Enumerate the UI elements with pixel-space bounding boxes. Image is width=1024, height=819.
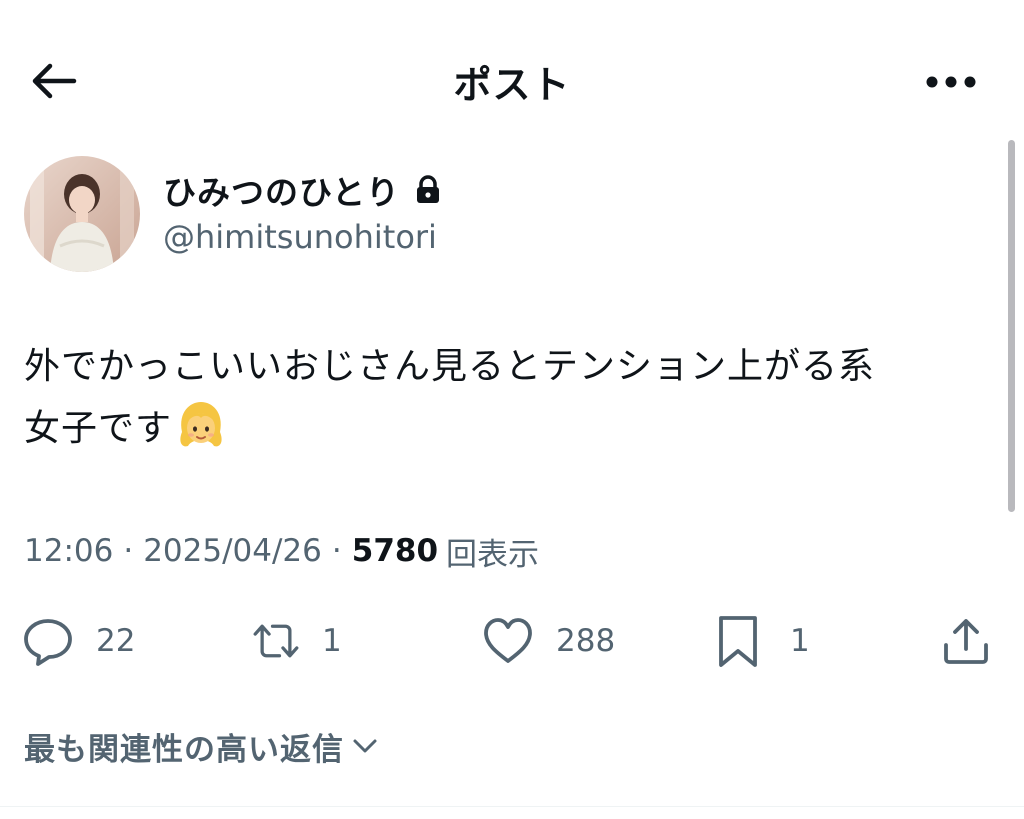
page-title: ポスト — [453, 63, 571, 107]
reply-icon — [22, 615, 74, 667]
share-button[interactable] — [940, 606, 992, 676]
more-horizontal-icon — [926, 76, 976, 88]
reply-button[interactable]: 22 — [22, 606, 135, 676]
post-meta: 12:06 · 2025/04/26 · 5780 回表示 — [24, 528, 539, 574]
bookmark-count: 1 — [790, 623, 810, 659]
views-label: 回表示 — [446, 536, 540, 573]
share-icon — [940, 615, 992, 667]
like-count: 288 — [556, 623, 616, 659]
meta-separator: · — [331, 533, 342, 569]
replies-sort-dropdown[interactable]: 最も関連性の高い返信 — [24, 722, 380, 770]
girl-emoji-icon — [174, 398, 228, 452]
display-name[interactable]: ひみつのひとり — [163, 166, 400, 214]
avatar-image — [24, 156, 140, 272]
avatar[interactable] — [24, 156, 140, 272]
repost-icon — [250, 615, 302, 667]
post-text-line-2-row: 女子です — [24, 398, 994, 460]
post-time[interactable]: 12:06 — [24, 533, 113, 569]
post-actions: 22 1 288 1 — [0, 606, 1024, 676]
views-count[interactable]: 5780 — [352, 533, 438, 569]
chevron-down-icon — [350, 731, 380, 761]
more-options-button[interactable] — [922, 62, 980, 102]
heart-icon — [482, 615, 534, 667]
divider — [0, 806, 1024, 807]
bookmark-button[interactable]: 1 — [712, 606, 810, 676]
top-bar: ポスト — [0, 0, 1024, 150]
user-handle[interactable]: @himitsunohitori — [163, 218, 437, 256]
replies-sort-label: 最も関連性の高い返信 — [24, 731, 344, 768]
reply-count: 22 — [96, 623, 136, 659]
post-date[interactable]: 2025/04/26 — [143, 533, 322, 569]
post-text: 外でかっこいいおじさん見るとテンション上がる系 女子です — [24, 336, 994, 460]
lock-icon — [414, 175, 442, 205]
bookmark-icon — [712, 615, 764, 667]
like-button[interactable]: 288 — [482, 606, 615, 676]
meta-separator: · — [123, 533, 134, 569]
post-text-line-1: 外でかっこいいおじさん見るとテンション上がる系 — [24, 346, 876, 387]
repost-button[interactable]: 1 — [250, 606, 342, 676]
post-text-line-2: 女子です — [24, 408, 173, 449]
author-name-row: ひみつのひとり — [163, 166, 442, 214]
repost-count: 1 — [322, 623, 342, 659]
scrollbar[interactable] — [1008, 140, 1015, 512]
